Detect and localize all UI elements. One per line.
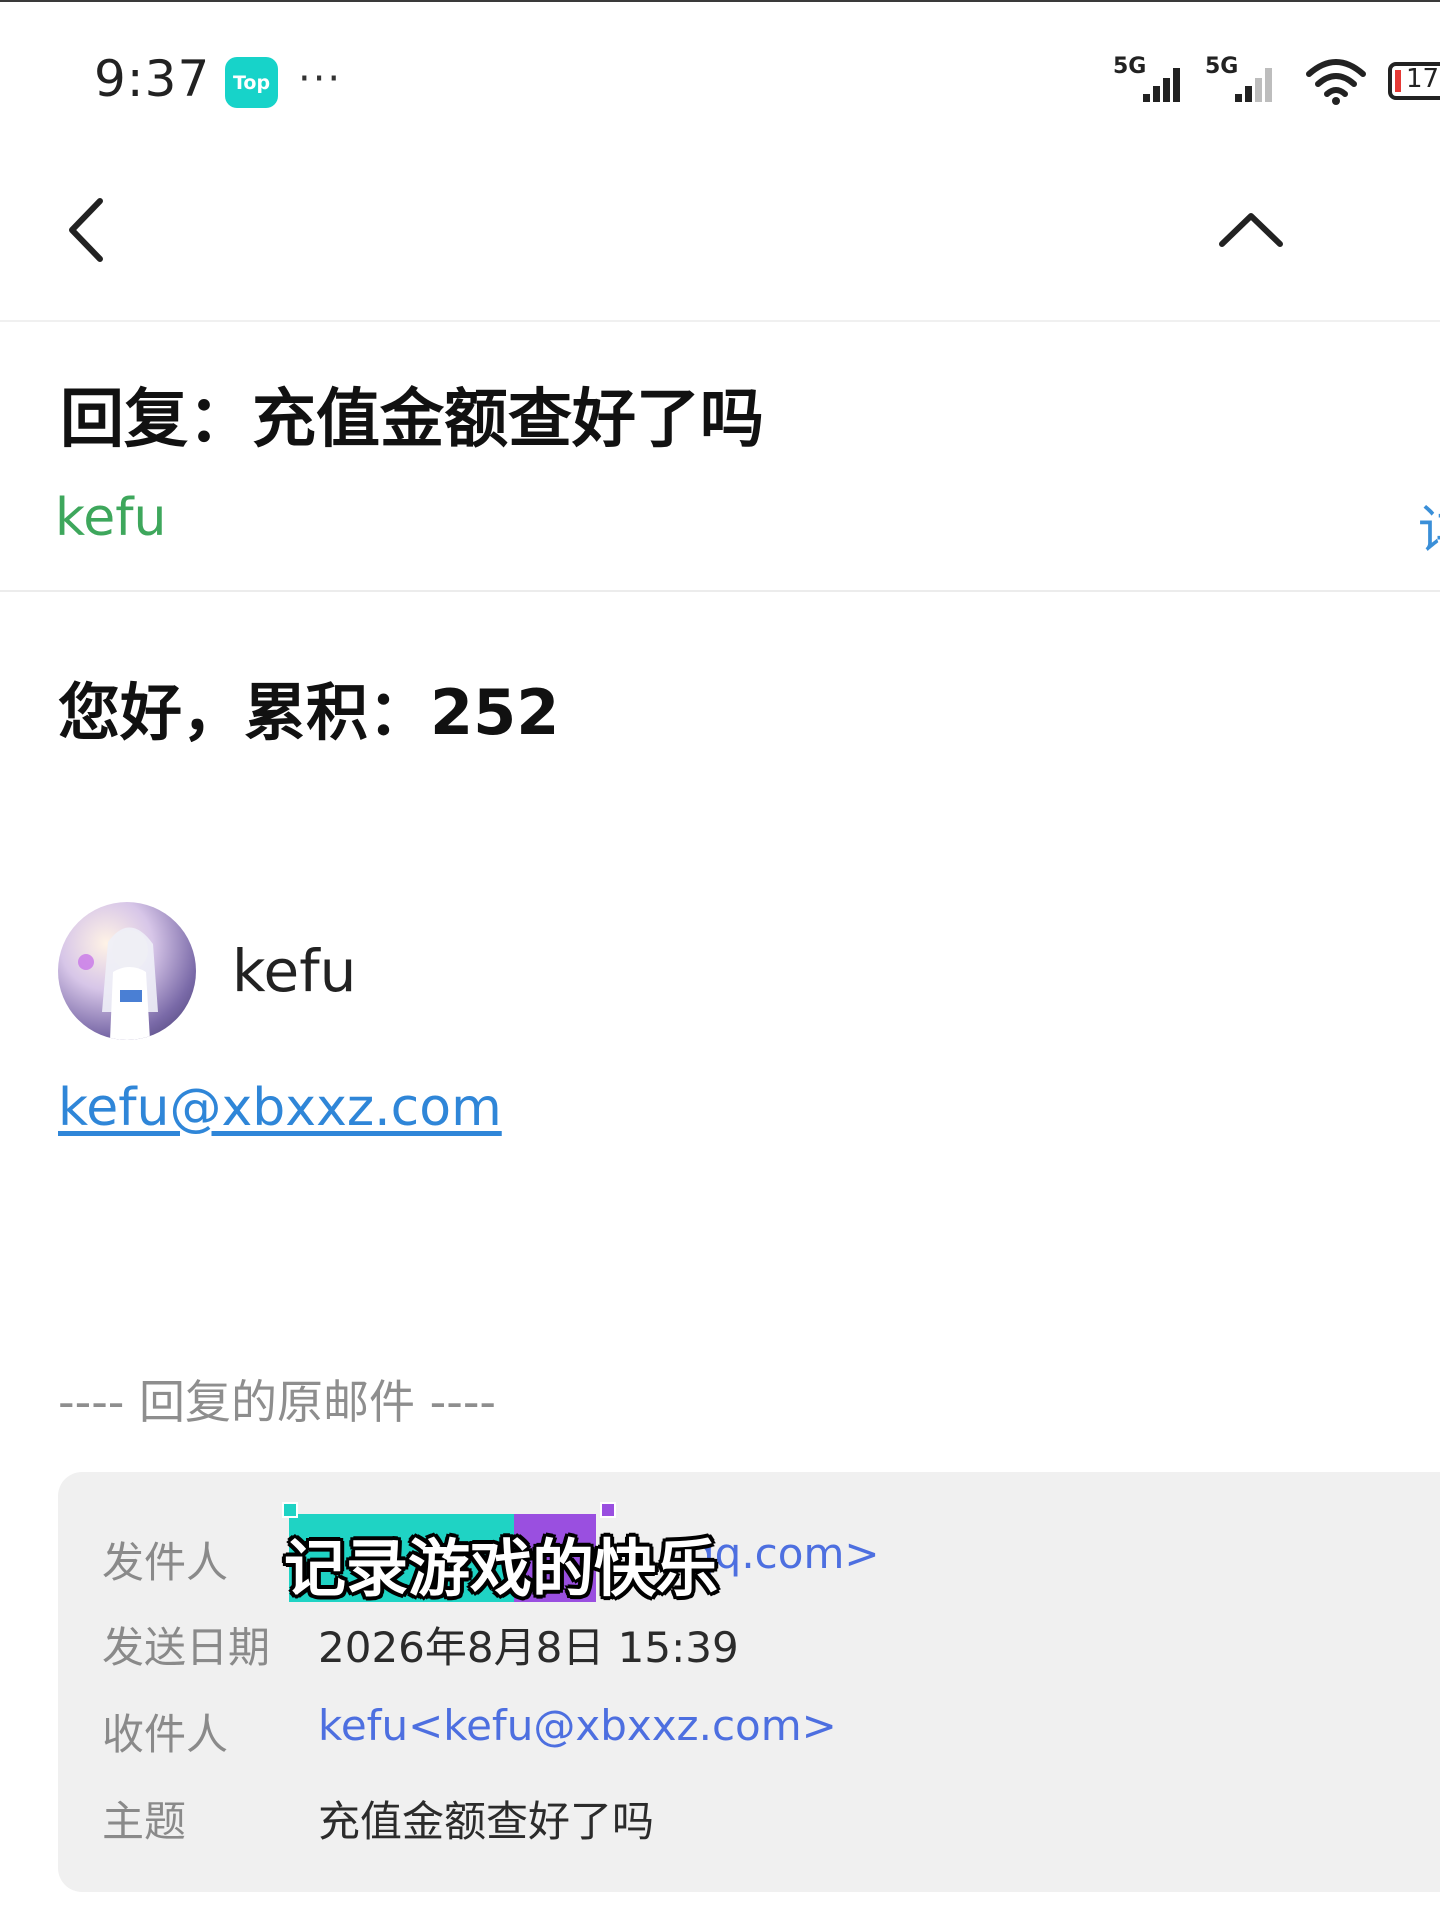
signal-bar [1245,86,1252,102]
top-border [0,0,1440,2]
battery-value: 17 [1406,64,1440,94]
original-mail-separator: ---- 回复的原邮件 ---- [58,1375,497,1429]
signal-bar [1163,78,1170,102]
signal-bar [1235,94,1242,102]
wifi-icon [1306,59,1366,105]
signal-1-label: 5G [1113,54,1147,79]
subject-label: 主题 [102,1797,187,1846]
signal-2-label: 5G [1205,54,1239,79]
caption-handle [600,1502,616,1518]
signal-bar [1153,86,1160,102]
date-value: 2026年8月8日 15:39 [318,1623,739,1672]
date-label: 发送日期 [102,1623,271,1672]
signal-icon: 5G [1113,54,1203,104]
battery-icon: 17 [1388,62,1440,100]
email-body-greeting: 您好，累积：252 [58,676,560,749]
chevron-up-icon[interactable] [1216,206,1286,252]
header-divider [0,590,1440,592]
app-notification-icon: Top [225,57,278,108]
to-label: 收件人 [102,1710,229,1759]
more-notifications-icon: ··· [298,56,343,102]
to-value[interactable]: kefu<kefu@xbxxz.com> [318,1701,837,1750]
avatar [58,902,196,1040]
signal-bar [1255,78,1262,102]
signal-bar [1143,94,1150,102]
signature-email-link[interactable]: kefu@xbxxz.com [58,1078,502,1138]
signal-bar [1173,68,1180,102]
sender-name[interactable]: kefu [55,488,167,548]
avatar-figure-icon [78,927,158,1040]
details-link[interactable]: 详 [1418,488,1440,563]
signal-bar [1265,68,1272,102]
subject-value: 充值金额查好了吗 [318,1797,655,1846]
video-caption: 记录游戏的快乐 [284,1532,719,1605]
signature-name: kefu [232,937,357,1005]
status-time: 9:37 [94,50,211,108]
from-label: 发件人 [102,1538,229,1587]
nav-divider [0,320,1440,322]
signal-icon: 5G [1205,54,1295,104]
email-subject: 回复：充值金额查好了吗 [60,383,764,457]
caption-handle [282,1502,298,1518]
battery-level [1395,70,1401,92]
chevron-left-icon[interactable] [62,195,112,265]
